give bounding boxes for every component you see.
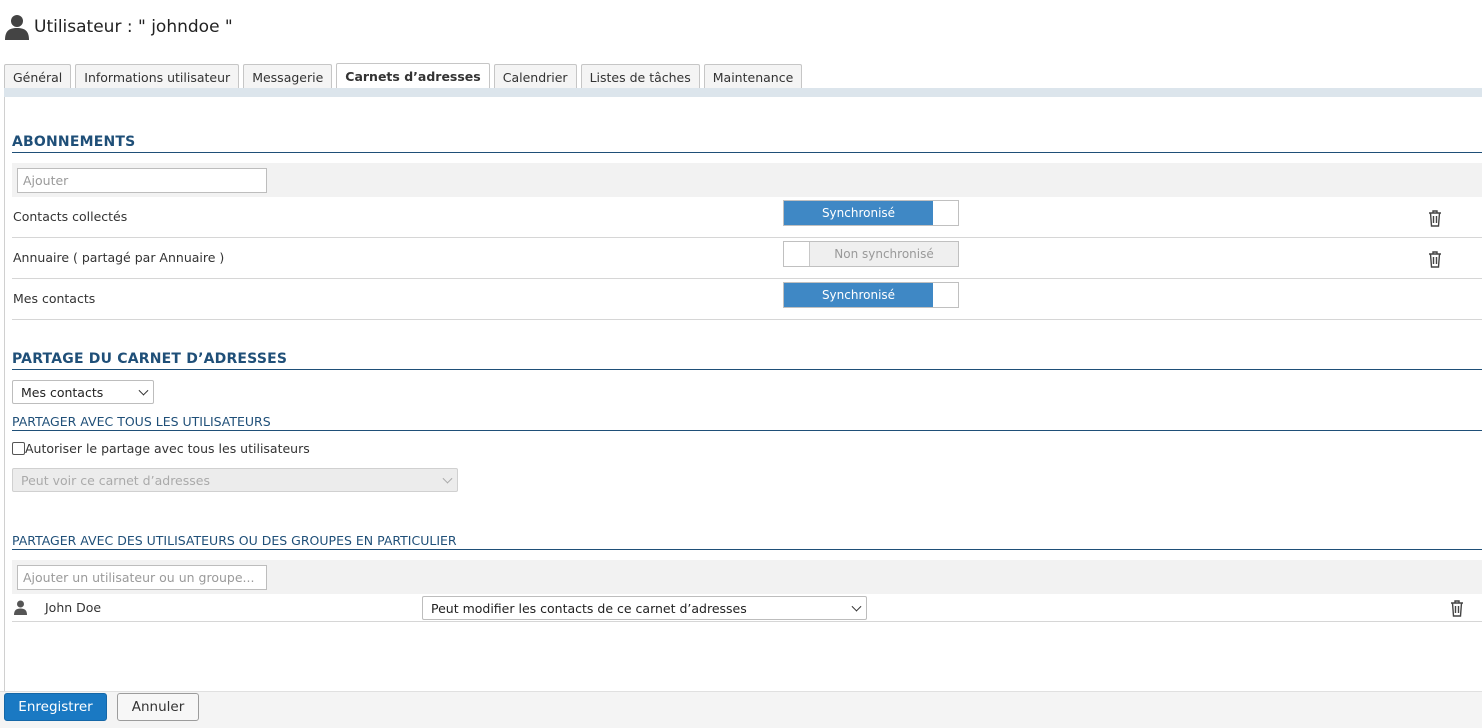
share-all-permission-value: Peut voir ce carnet d’adresses — [21, 472, 210, 488]
subscription-add-band — [12, 163, 1482, 197]
share-all-divider — [12, 430, 1482, 431]
chevron-down-icon — [442, 473, 453, 484]
user-icon — [5, 15, 29, 40]
page-title-text: Utilisateur : " johndoe " — [34, 17, 233, 37]
share-all-title: PARTAGER AVEC TOUS LES UTILISATEURS — [12, 414, 271, 429]
page: Utilisateur : " johndoe " Général Inform… — [0, 0, 1482, 728]
share-add-input[interactable] — [17, 565, 267, 590]
sharing-title: PARTAGE DU CARNET D’ADRESSES — [12, 351, 288, 367]
subscriptions-title: ABONNEMENTS — [12, 134, 136, 150]
sync-toggle[interactable]: Synchronisé — [783, 282, 959, 308]
page-title: Utilisateur : " johndoe " — [4, 12, 233, 42]
sharing-divider — [12, 369, 1482, 370]
tab-content: ABONNEMENTS Contacts collectés Synchroni… — [4, 97, 1482, 691]
sync-toggle-label: Non synchronisé — [834, 247, 934, 261]
share-all-checkbox[interactable] — [12, 442, 25, 455]
subscription-row: Mes contacts Synchronisé — [12, 279, 1482, 320]
trash-icon[interactable] — [1449, 599, 1465, 617]
share-specific-title: PARTAGER AVEC DES UTILISATEURS OU DES GR… — [12, 533, 457, 548]
share-entry-permission-value: Peut modifier les contacts de ce carnet … — [431, 600, 747, 616]
tab-messaging[interactable]: Messagerie — [243, 64, 333, 89]
sync-toggle-label: Synchronisé — [784, 201, 933, 225]
tab-bar: Général Informations utilisateur Message… — [4, 63, 806, 89]
chevron-down-icon — [851, 601, 862, 612]
trash-icon[interactable] — [1427, 250, 1443, 268]
user-icon — [14, 600, 27, 615]
subscription-row: Annuaire ( partagé par Annuaire ) Non sy… — [12, 238, 1482, 279]
address-book-select[interactable]: Mes contacts — [12, 380, 154, 404]
cancel-button[interactable]: Annuler — [117, 693, 199, 721]
share-specific-divider — [12, 549, 1482, 550]
tab-address-books[interactable]: Carnets d’adresses — [336, 63, 490, 89]
tab-strip — [4, 88, 1482, 97]
footer-bar: Enregistrer Annuler — [0, 691, 1482, 728]
share-add-band — [12, 560, 1482, 594]
address-book-select-value: Mes contacts — [21, 384, 104, 400]
sync-toggle[interactable]: Non synchronisé — [783, 241, 959, 267]
chevron-down-icon — [138, 385, 149, 396]
subscription-label: Annuaire ( partagé par Annuaire ) — [13, 250, 225, 265]
share-entry-permission-select[interactable]: Peut modifier les contacts de ce carnet … — [422, 596, 867, 620]
share-entry-name: John Doe — [45, 600, 102, 615]
subscription-add-input[interactable] — [17, 168, 267, 193]
sync-toggle-knob — [933, 201, 958, 225]
save-button[interactable]: Enregistrer — [4, 693, 107, 721]
share-entry-row: John Doe Peut modifier les contacts de c… — [12, 594, 1482, 622]
subscription-row: Contacts collectés Synchronisé — [12, 197, 1482, 238]
sync-toggle[interactable]: Synchronisé — [783, 200, 959, 226]
share-all-checkbox-label: Autoriser le partage avec tous les utili… — [25, 441, 310, 456]
trash-icon[interactable] — [1427, 209, 1443, 227]
sync-toggle-label: Synchronisé — [784, 283, 933, 307]
tab-maintenance[interactable]: Maintenance — [703, 64, 803, 89]
share-all-checkbox-row: Autoriser le partage avec tous les utili… — [12, 441, 310, 456]
subscription-label: Contacts collectés — [13, 209, 128, 224]
tab-general[interactable]: Général — [4, 64, 72, 89]
subscriptions-divider — [12, 152, 1482, 153]
tab-user-info[interactable]: Informations utilisateur — [75, 64, 240, 89]
sync-toggle-knob — [933, 283, 958, 307]
tab-task-lists[interactable]: Listes de tâches — [580, 64, 700, 89]
sync-toggle-knob — [784, 242, 810, 266]
share-all-permission-select[interactable]: Peut voir ce carnet d’adresses — [12, 468, 458, 492]
tab-calendar[interactable]: Calendrier — [493, 64, 577, 89]
subscription-label: Mes contacts — [13, 291, 96, 306]
